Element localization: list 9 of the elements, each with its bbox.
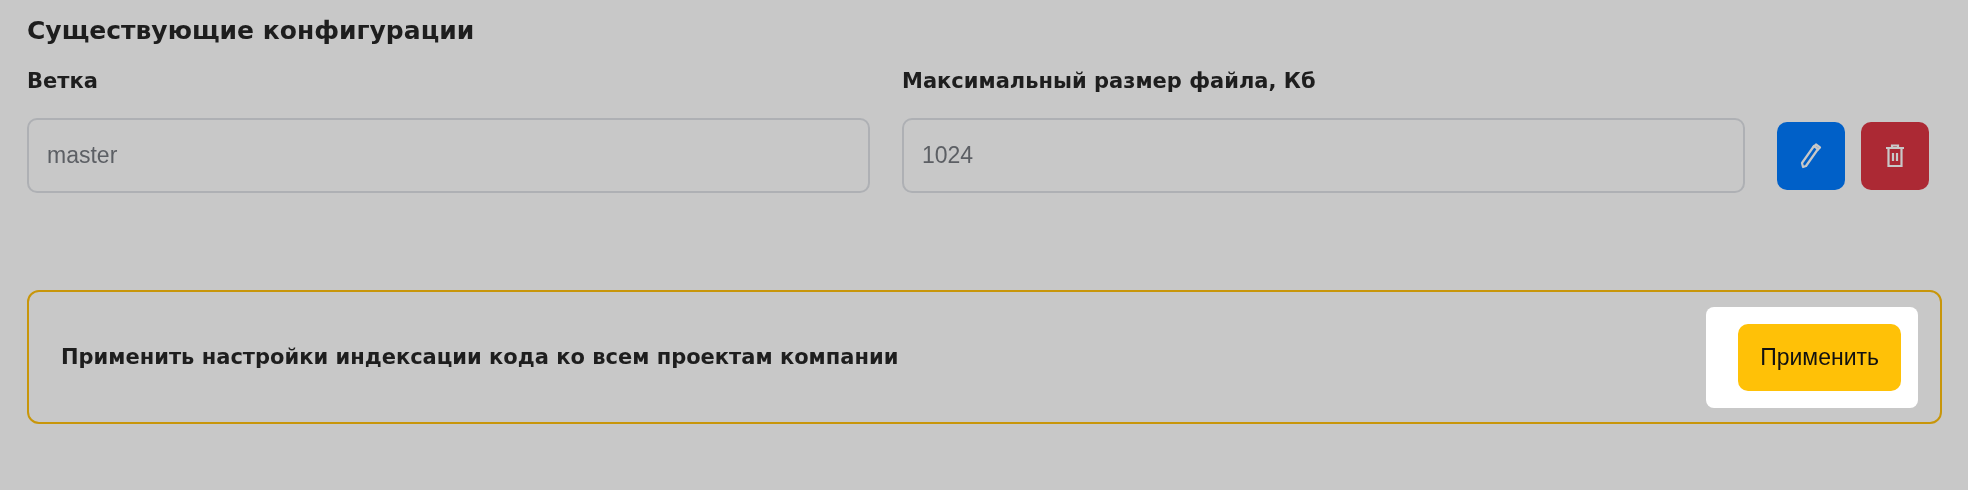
column-label: Максимальный размер файла, Кб: [902, 68, 1317, 95]
apply-button[interactable]: Применить: [1738, 323, 1901, 391]
section-title: Существующие конфигурации: [27, 15, 476, 47]
apply-description: Применить настройки индексации кода ко всем проектам компании: [61, 345, 899, 369]
column-label: Ветка: [27, 68, 99, 95]
trash-icon: [1885, 143, 1905, 168]
pencil-icon: [1800, 142, 1822, 169]
delete-button[interactable]: [1861, 121, 1929, 190]
edit-button[interactable]: [1777, 121, 1845, 190]
